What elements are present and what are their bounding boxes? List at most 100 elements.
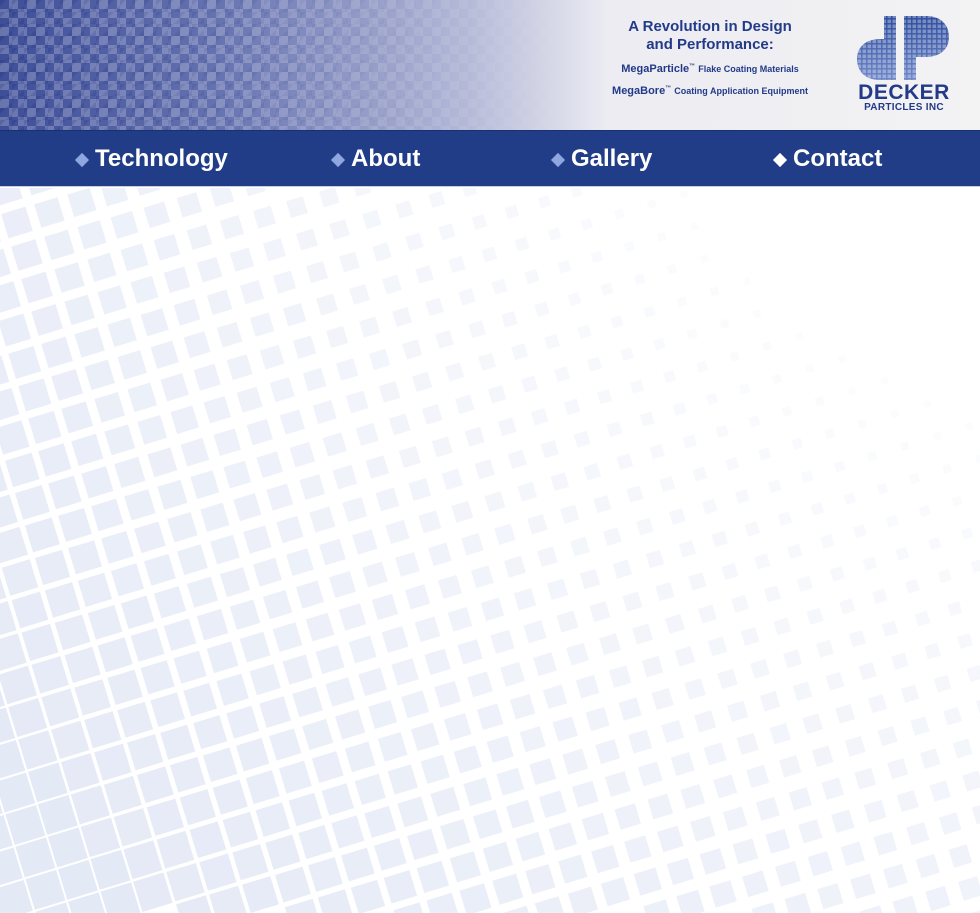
pattern-tile [763,585,781,603]
pattern-tile [755,796,780,821]
pattern-tile [880,376,889,386]
pattern-tile [8,346,42,379]
perspective-tile-pattern [0,188,980,913]
pattern-tile [579,568,601,590]
pattern-tile [895,546,910,561]
pattern-tile [751,902,780,913]
pattern-tile [610,314,624,329]
pattern-tile [974,453,980,464]
pattern-tile [933,674,952,693]
pattern-tile [666,263,678,275]
pattern-tile [434,680,462,708]
pattern-tile [882,863,908,889]
pattern-tile [651,687,674,711]
pattern-tile [470,565,494,589]
pattern-tile [117,350,147,380]
pattern-tile [494,523,516,545]
pattern-tile [428,190,446,208]
pattern-tile [744,521,761,537]
pattern-tile [542,684,568,709]
pattern-tile [900,684,920,703]
pattern-tile [637,761,663,787]
pattern-tile [140,660,175,695]
pattern-tile [117,701,154,738]
pattern-tile [143,201,171,229]
pattern-tile [471,213,488,230]
pattern-tile [537,195,552,209]
site-header: A Revolution in Design and Performance: … [0,0,980,130]
pattern-tile [967,908,980,913]
pattern-tile [28,410,62,445]
pattern-tile [464,426,485,447]
pattern-tile [896,790,919,813]
pattern-tile [60,753,100,792]
pattern-tile [41,336,73,369]
pattern-tile [153,586,187,619]
pattern-tile [110,210,139,239]
pattern-tile [725,456,740,471]
pattern-tile [5,805,46,845]
pattern-tile [661,719,685,744]
tagline-line-1: A Revolution in Design [628,18,792,35]
pattern-tile [67,188,97,218]
pattern-tile [302,367,327,392]
pattern-tile [938,812,962,835]
pattern-tile [575,674,600,699]
pattern-tile [305,612,335,642]
pattern-tile [25,869,66,910]
pattern-tile [547,227,562,242]
pattern-tile [835,703,856,724]
pattern-tile [243,525,272,554]
pattern-tile [232,843,269,881]
nav-item-technology[interactable]: Technology [74,131,228,187]
pattern-tile [90,849,131,890]
pattern-tile [540,440,559,459]
pattern-tile [425,297,444,317]
pattern-tile [570,188,584,198]
nav-item-about[interactable]: About [330,131,420,187]
pattern-tile [649,443,665,460]
pattern-tile [77,572,113,608]
pattern-tile [331,815,365,849]
pattern-tile [680,784,706,809]
pattern-tile [544,333,560,350]
nav-item-contact[interactable]: Contact [772,131,882,187]
pattern-tile [222,811,259,848]
pattern-tile [641,655,664,678]
pattern-tile [814,396,825,407]
pattern-tile [892,895,919,913]
pattern-tile [404,584,431,610]
pattern-tile [167,511,198,543]
pattern-tile [262,589,293,620]
pattern-tile [703,742,727,766]
decker-logo[interactable]: DECKER PARTICLES INC [852,14,956,118]
pattern-tile [919,748,941,769]
pattern-tile [292,335,317,359]
pattern-tile [513,587,537,611]
pattern-tile [296,228,318,251]
pattern-tile [335,709,366,740]
pattern-tile [556,610,579,633]
pattern-tile [120,243,149,272]
pattern-tile [0,633,27,672]
pattern-tile [21,623,59,662]
pattern-tile [153,233,181,261]
pattern-tile [255,802,291,837]
pattern-tile [463,777,493,807]
pattern-tile [246,418,273,446]
pattern-tile [87,252,117,283]
pattern-tile [548,822,578,851]
pattern-tile [173,650,207,684]
pattern-tile [962,770,980,792]
nav-item-gallery[interactable]: Gallery [550,131,652,187]
pattern-tile [349,284,370,305]
pattern-tile [58,508,92,542]
pattern-tile [942,463,953,474]
pattern-tile [391,658,419,686]
pattern-tile [558,854,588,884]
pattern-tile [325,677,355,707]
pattern-tile [143,553,176,586]
pattern-tile [454,394,475,415]
pattern-tile [210,534,240,565]
pattern-tile [428,542,452,567]
